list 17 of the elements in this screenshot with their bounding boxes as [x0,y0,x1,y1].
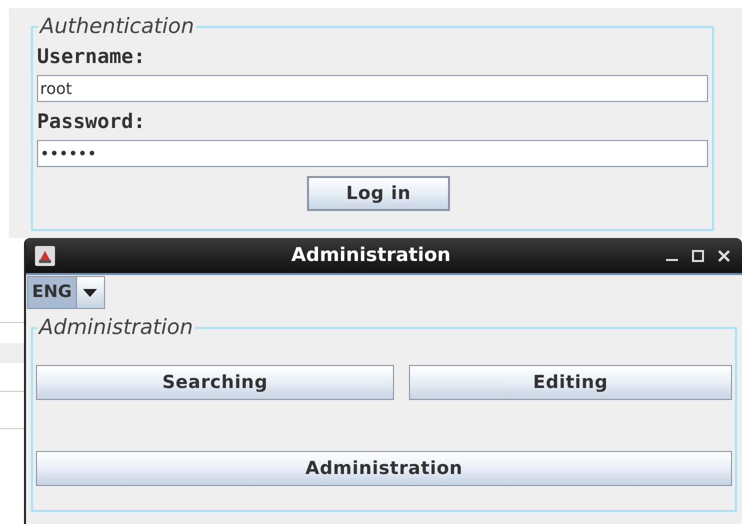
administration-button[interactable]: Administration [36,451,732,486]
close-icon[interactable] [718,250,730,262]
field-label: Username: [37,43,146,70]
language-value: ENG [28,277,76,308]
login-button[interactable]: Log in [307,176,450,211]
window-title: Administration [290,243,452,268]
editing-button[interactable]: Editing [409,365,732,400]
maximize-icon[interactable] [692,250,704,262]
input-field[interactable]: root [37,75,708,102]
caret-icon [83,288,98,296]
app-icon [34,244,56,266]
field-label: Password: [37,108,146,135]
searching-button[interactable]: Searching [36,365,394,400]
group-legend: Administration [37,317,196,338]
language-dropdown[interactable]: ENG [27,276,105,309]
group-legend: Authentication [38,16,196,37]
input-field[interactable]: •••••• [37,140,708,167]
